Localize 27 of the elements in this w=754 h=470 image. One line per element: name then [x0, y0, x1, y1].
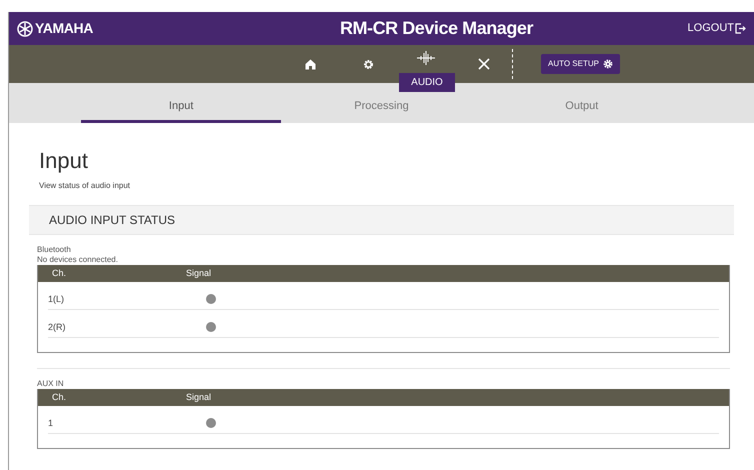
- status-note: No devices connected.: [37, 255, 119, 265]
- group-label: AUX IN: [37, 379, 65, 389]
- table-cell-text: 1(L): [48, 292, 66, 306]
- app-title: RM-CR Device Manager: [340, 17, 534, 40]
- tools-icon: [478, 58, 490, 70]
- section-title: AUDIO INPUT STATUS: [49, 212, 176, 229]
- table-cell-text: 1: [48, 416, 54, 430]
- home-icon: [304, 58, 316, 70]
- group-label: Bluetooth: [37, 245, 72, 255]
- settings-icon: [362, 58, 374, 70]
- logout-button[interactable]: LOGOUT: [686, 20, 746, 37]
- column-header: Ch.: [51, 390, 68, 404]
- table-cell-text: 2(R): [48, 320, 66, 334]
- gear-icon: [602, 59, 613, 69]
- page-subtitle: View status of audio input: [39, 181, 132, 191]
- logo-icon: [17, 20, 33, 36]
- tab[interactable]: Input: [81, 83, 282, 123]
- column-header: Ch.: [51, 266, 68, 280]
- column-header: Signal: [186, 266, 212, 280]
- tab[interactable]: Output: [482, 83, 682, 123]
- logo-text: YAMAHA: [35, 19, 94, 38]
- waveform-icon: [416, 51, 436, 65]
- auto-setup-button[interactable]: AUTO SETUP: [541, 54, 620, 74]
- section-label: AUDIO: [399, 73, 455, 92]
- logout-icon: [735, 23, 746, 34]
- page-title: Input: [39, 150, 89, 172]
- column-header: Signal: [186, 390, 212, 404]
